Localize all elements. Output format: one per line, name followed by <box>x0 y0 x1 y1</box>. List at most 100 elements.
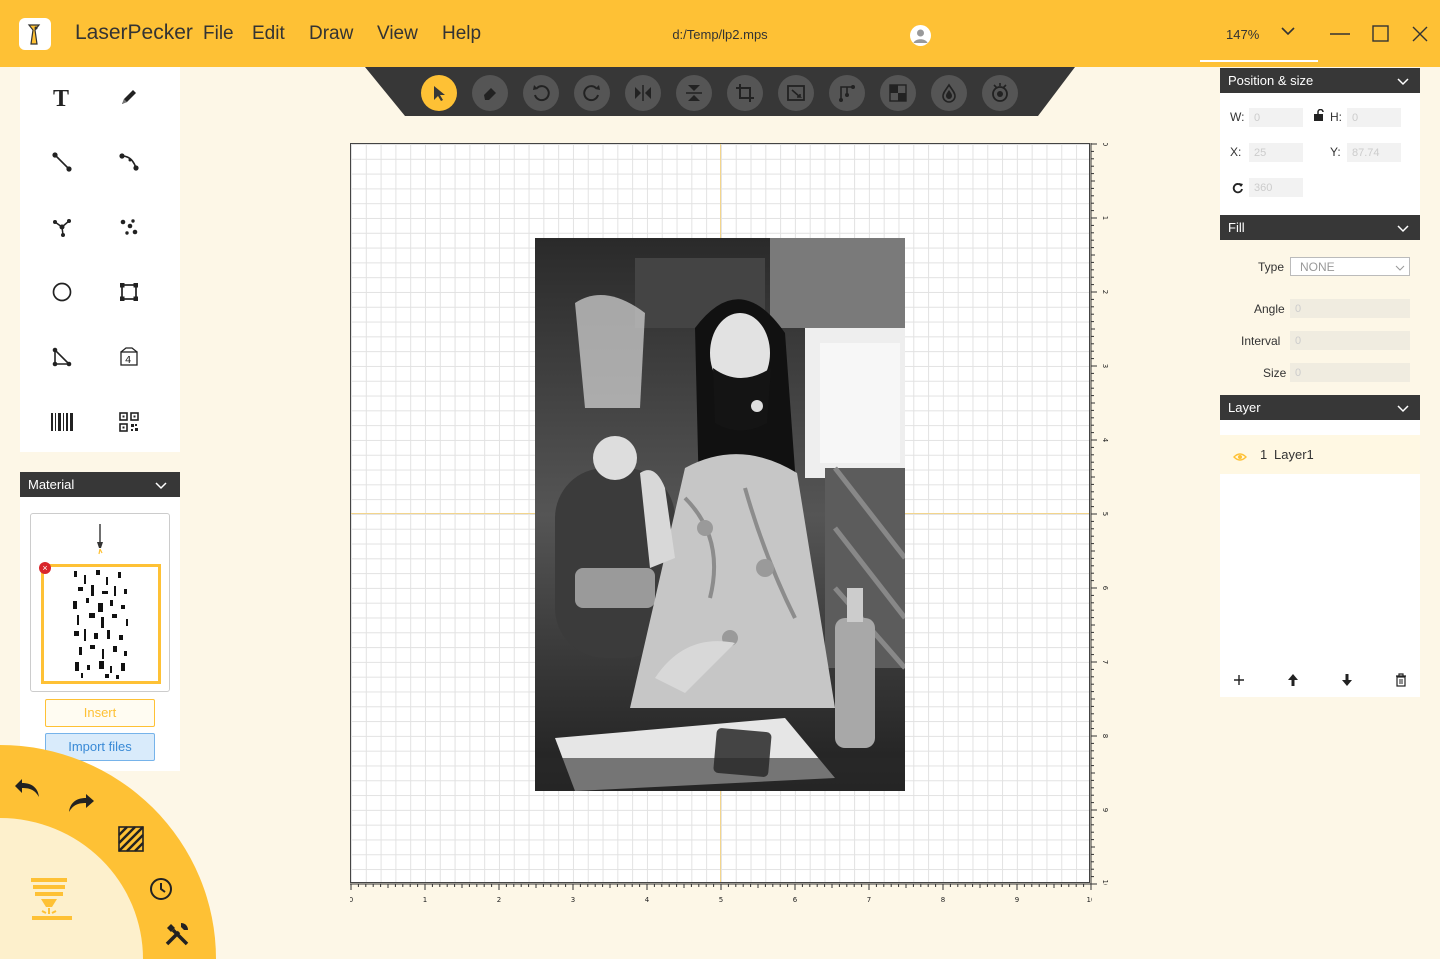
ruler-horizontal: 0 1 2 3 4 5 6 7 8 9 10 <box>349 883 1095 908</box>
chevron-down-icon <box>1280 24 1296 43</box>
svg-text:T: T <box>53 86 69 109</box>
rectangle-tool-icon[interactable] <box>112 275 146 309</box>
remove-material-icon[interactable]: × <box>39 562 51 574</box>
add-layer-icon[interactable] <box>1231 672 1247 688</box>
number-tool-icon[interactable]: 4 <box>112 340 146 374</box>
menu-edit[interactable]: Edit <box>252 23 285 45</box>
ruler-v-label: 1 <box>1101 216 1109 220</box>
material-panel: × Insert Import files <box>20 497 180 771</box>
flip-vertical-icon[interactable] <box>676 75 712 111</box>
title-bar: LaserPecker File Edit Draw View Help d:/… <box>0 0 1440 67</box>
move-layer-down-icon[interactable] <box>1339 672 1355 688</box>
width-input[interactable] <box>1249 108 1303 127</box>
fill-header[interactable]: Fill <box>1220 215 1420 240</box>
angle-input[interactable] <box>1290 299 1410 318</box>
eye-icon[interactable] <box>1233 449 1247 467</box>
ruler-v-label: 2 <box>1101 290 1109 294</box>
chevron-down-icon <box>1396 402 1410 417</box>
height-input[interactable] <box>1347 108 1401 127</box>
user-icon[interactable] <box>910 25 931 46</box>
placed-image[interactable] <box>535 238 905 791</box>
layer-row[interactable]: 1 Layer1 <box>1220 435 1420 474</box>
ruler-v-label: 5 <box>1101 512 1109 516</box>
ruler-v-label: 4 <box>1101 438 1109 443</box>
line-tool-icon[interactable] <box>45 145 79 179</box>
menu-view[interactable]: View <box>377 23 418 45</box>
layer-header[interactable]: Layer <box>1220 395 1420 420</box>
contour-icon[interactable] <box>931 75 967 111</box>
eraser-icon[interactable] <box>472 75 508 111</box>
layer-panel: 1 Layer1 <box>1220 420 1420 697</box>
barcode-tool-icon[interactable] <box>45 405 79 439</box>
interval-input[interactable] <box>1290 331 1410 350</box>
y-input[interactable] <box>1347 143 1401 162</box>
circle-tool-icon[interactable] <box>45 275 79 309</box>
polygon-tool-icon[interactable] <box>45 340 79 374</box>
qrcode-tool-icon[interactable] <box>112 405 146 439</box>
size-label: Size <box>1263 366 1287 380</box>
tools-panel: T 4 <box>20 67 180 452</box>
material-title: Material <box>28 477 75 492</box>
select-icon[interactable] <box>421 75 457 111</box>
menu-draw[interactable]: Draw <box>309 23 353 45</box>
ruler-v-label: 10 <box>1101 880 1109 885</box>
menu-help[interactable]: Help <box>442 23 481 45</box>
redo-rotate-icon[interactable] <box>574 75 610 111</box>
position-size-panel: W: H: X: Y: <box>1220 93 1420 215</box>
fill-type-value: NONE <box>1300 260 1335 274</box>
minimize-icon[interactable] <box>1328 22 1352 46</box>
chevron-down-icon <box>1396 75 1410 90</box>
undo-icon[interactable] <box>12 775 42 808</box>
ruler-vertical: 0 1 2 3 4 5 6 7 8 9 10 <box>1090 142 1115 888</box>
crop-icon[interactable] <box>727 75 763 111</box>
history-icon[interactable] <box>148 876 174 907</box>
height-label: H: <box>1330 110 1342 124</box>
path-icon[interactable] <box>829 75 865 111</box>
app-name: LaserPecker <box>75 21 193 44</box>
material-card[interactable]: × <box>30 513 170 692</box>
curve-tool-icon[interactable] <box>112 145 146 179</box>
undo-rotate-icon[interactable] <box>523 75 559 111</box>
ruler-v-label: 6 <box>1101 586 1109 591</box>
chevron-down-icon <box>154 479 168 494</box>
text-tool-icon[interactable]: T <box>45 80 79 114</box>
lock-open-icon[interactable] <box>1313 108 1325 126</box>
laser-head-icon <box>91 522 109 561</box>
hatch-fill-icon[interactable] <box>118 826 144 857</box>
ruler-h-label: 4 <box>645 896 650 904</box>
flip-horizontal-icon[interactable] <box>625 75 661 111</box>
svg-text:4: 4 <box>125 355 131 366</box>
rotation-input[interactable] <box>1249 178 1303 197</box>
type-label: Type <box>1258 260 1285 274</box>
delete-layer-icon[interactable] <box>1393 672 1409 688</box>
edit-toolbar <box>365 67 1075 117</box>
fill-type-select[interactable]: NONE <box>1290 257 1410 276</box>
redo-icon[interactable] <box>66 790 98 823</box>
pen-tool-icon[interactable] <box>112 80 146 114</box>
ruler-h-label: 9 <box>1015 896 1019 904</box>
point-edit-icon[interactable] <box>112 210 146 244</box>
material-header[interactable]: Material <box>20 472 180 497</box>
position-size-title: Position & size <box>1228 73 1314 88</box>
laser-icon[interactable] <box>982 75 1018 111</box>
ruler-h-label: 3 <box>571 896 575 904</box>
position-size-header[interactable]: Position & size <box>1220 68 1420 93</box>
interval-label: Interval <box>1241 334 1281 348</box>
settings-tools-icon[interactable] <box>163 920 191 953</box>
maximize-icon[interactable] <box>1369 22 1393 46</box>
close-icon[interactable] <box>1408 22 1432 46</box>
engrave-icon[interactable] <box>27 876 75 929</box>
menu-file[interactable]: File <box>203 23 234 45</box>
ruler-h-label: 6 <box>793 896 798 904</box>
insert-button[interactable]: Insert <box>45 699 155 727</box>
material-image[interactable] <box>41 564 161 684</box>
ruler-v-label: 0 <box>1101 143 1109 146</box>
transform-icon[interactable] <box>778 75 814 111</box>
size-input[interactable] <box>1290 363 1410 382</box>
pattern-icon[interactable] <box>880 75 916 111</box>
layer-title: Layer <box>1228 400 1261 415</box>
zoom-select[interactable]: 147% <box>1200 0 1318 62</box>
move-layer-up-icon[interactable] <box>1285 672 1301 688</box>
node-edit-icon[interactable] <box>45 210 79 244</box>
x-input[interactable] <box>1249 143 1303 162</box>
